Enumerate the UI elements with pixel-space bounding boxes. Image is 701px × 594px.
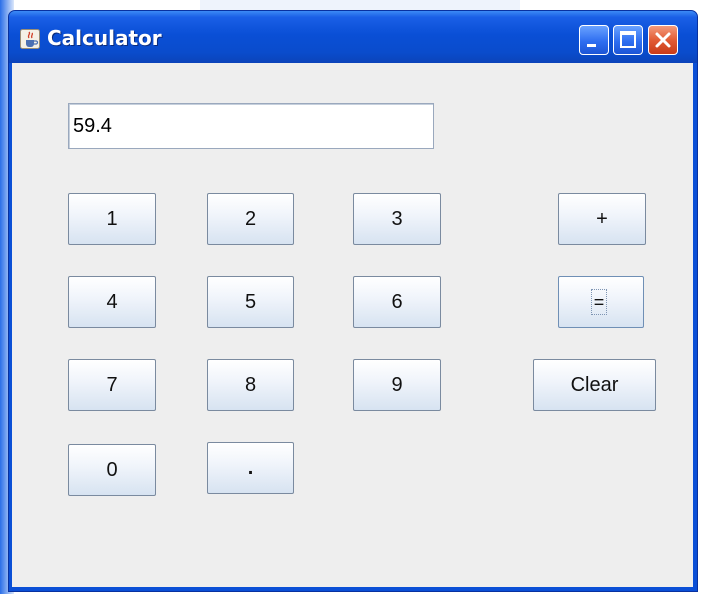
- equals-button[interactable]: =: [558, 276, 644, 328]
- window-title: Calculator: [47, 26, 162, 50]
- equals-label: =: [591, 289, 607, 315]
- digit-1-button[interactable]: 1: [68, 193, 156, 245]
- digit-7-button[interactable]: 7: [68, 359, 156, 411]
- minimize-button[interactable]: [579, 25, 609, 55]
- digit-6-button[interactable]: 6: [353, 276, 441, 328]
- digit-9-button[interactable]: 9: [353, 359, 441, 411]
- digit-8-button[interactable]: 8: [207, 359, 294, 411]
- desktop-backdrop-top: [200, 0, 520, 10]
- plus-button[interactable]: +: [558, 193, 646, 245]
- digit-0-button[interactable]: 0: [68, 444, 156, 496]
- clear-button[interactable]: Clear: [533, 359, 656, 411]
- calculator-panel: 59.4 1 2 3 + 4 5 6 = 7 8 9 Clear 0 .: [12, 63, 693, 587]
- title-bar[interactable]: Calculator: [9, 11, 697, 63]
- digit-2-button[interactable]: 2: [207, 193, 294, 245]
- minimize-icon: [587, 44, 596, 47]
- close-button[interactable]: [648, 25, 678, 55]
- digit-3-button[interactable]: 3: [353, 193, 441, 245]
- java-app-icon[interactable]: [20, 29, 40, 49]
- maximize-icon: [620, 31, 636, 48]
- result-display-field[interactable]: 59.4: [68, 103, 434, 149]
- maximize-button[interactable]: [613, 25, 643, 55]
- digit-5-button[interactable]: 5: [207, 276, 294, 328]
- digit-4-button[interactable]: 4: [68, 276, 156, 328]
- close-icon: [655, 32, 671, 48]
- calculator-window: Calculator 59.4 1 2 3 + 4 5 6 = 7 8 9 Cl…: [8, 10, 698, 592]
- decimal-point-button[interactable]: .: [207, 442, 294, 494]
